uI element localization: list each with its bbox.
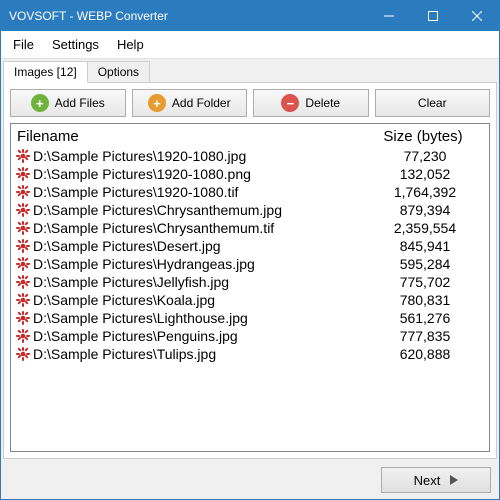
image-file-icon [15,202,31,218]
toolbar: + Add Files + Add Folder − Delete Clear [10,89,490,117]
plus-icon: + [31,94,49,112]
window-controls [367,1,499,31]
image-file-icon [15,238,31,254]
minus-icon: − [281,94,299,112]
size-cell: 77,230 [365,148,485,164]
titlebar: VOVSOFT - WEBP Converter [1,1,499,31]
menubar: File Settings Help [1,31,499,59]
image-file-icon [15,148,31,164]
add-folder-label: Add Folder [172,96,231,110]
header-size: Size (bytes) [363,128,483,145]
image-file-icon [15,184,31,200]
size-cell: 780,831 [365,292,485,308]
list-item[interactable]: D:\Sample Pictures\1920-1080.jpg77,230 [11,147,489,165]
filename-cell: D:\Sample Pictures\Hydrangeas.jpg [33,256,365,272]
size-cell: 2,359,554 [365,220,485,236]
list-item[interactable]: D:\Sample Pictures\Penguins.jpg777,835 [11,327,489,345]
size-cell: 561,276 [365,310,485,326]
minimize-icon [384,11,394,21]
close-icon [472,11,482,21]
size-cell: 775,702 [365,274,485,290]
window-title: VOVSOFT - WEBP Converter [9,9,367,23]
next-label: Next [414,473,441,488]
close-button[interactable] [455,1,499,31]
list-item[interactable]: D:\Sample Pictures\Desert.jpg845,941 [11,237,489,255]
filename-cell: D:\Sample Pictures\Desert.jpg [33,238,365,254]
file-list: Filename Size (bytes) D:\Sample Pictures… [10,123,490,452]
tab-options[interactable]: Options [87,61,150,83]
arrow-right-icon [450,475,458,485]
footer: Next [1,461,499,499]
image-file-icon [15,256,31,272]
list-header: Filename Size (bytes) [11,124,489,147]
list-item[interactable]: D:\Sample Pictures\Tulips.jpg620,888 [11,345,489,363]
next-button[interactable]: Next [381,467,491,493]
tab-images[interactable]: Images [12] [3,61,88,83]
delete-button[interactable]: − Delete [253,89,369,117]
list-item[interactable]: D:\Sample Pictures\1920-1080.tif1,764,39… [11,183,489,201]
list-item[interactable]: D:\Sample Pictures\Jellyfish.jpg775,702 [11,273,489,291]
size-cell: 879,394 [365,202,485,218]
size-cell: 1,764,392 [365,184,485,200]
maximize-button[interactable] [411,1,455,31]
size-cell: 620,888 [365,346,485,362]
header-filename: Filename [17,128,363,145]
add-files-button[interactable]: + Add Files [10,89,126,117]
list-item[interactable]: D:\Sample Pictures\Lighthouse.jpg561,276 [11,309,489,327]
maximize-icon [428,11,438,21]
add-files-label: Add Files [55,96,105,110]
clear-label: Clear [418,96,447,110]
filename-cell: D:\Sample Pictures\Koala.jpg [33,292,365,308]
list-item[interactable]: D:\Sample Pictures\Koala.jpg780,831 [11,291,489,309]
filename-cell: D:\Sample Pictures\1920-1080.tif [33,184,365,200]
filename-cell: D:\Sample Pictures\1920-1080.jpg [33,148,365,164]
image-file-icon [15,310,31,326]
tab-body: + Add Files + Add Folder − Delete Clear … [3,82,497,459]
menu-settings[interactable]: Settings [44,35,107,54]
image-file-icon [15,166,31,182]
delete-label: Delete [305,96,340,110]
size-cell: 845,941 [365,238,485,254]
filename-cell: D:\Sample Pictures\Chrysanthemum.tif [33,220,365,236]
app-window: VOVSOFT - WEBP Converter File Settings H… [0,0,500,500]
size-cell: 595,284 [365,256,485,272]
image-file-icon [15,220,31,236]
tabbar: Images [12] Options [1,59,499,83]
filename-cell: D:\Sample Pictures\Penguins.jpg [33,328,365,344]
image-file-icon [15,292,31,308]
list-rows: D:\Sample Pictures\1920-1080.jpg77,230D:… [11,147,489,451]
add-folder-button[interactable]: + Add Folder [132,89,248,117]
image-file-icon [15,328,31,344]
clear-button[interactable]: Clear [375,89,491,117]
image-file-icon [15,274,31,290]
filename-cell: D:\Sample Pictures\Lighthouse.jpg [33,310,365,326]
filename-cell: D:\Sample Pictures\Chrysanthemum.jpg [33,202,365,218]
menu-help[interactable]: Help [109,35,152,54]
menu-file[interactable]: File [5,35,42,54]
list-item[interactable]: D:\Sample Pictures\Chrysanthemum.jpg879,… [11,201,489,219]
filename-cell: D:\Sample Pictures\1920-1080.png [33,166,365,182]
size-cell: 132,052 [365,166,485,182]
minimize-button[interactable] [367,1,411,31]
list-item[interactable]: D:\Sample Pictures\1920-1080.png132,052 [11,165,489,183]
list-item[interactable]: D:\Sample Pictures\Hydrangeas.jpg595,284 [11,255,489,273]
folder-plus-icon: + [148,94,166,112]
list-item[interactable]: D:\Sample Pictures\Chrysanthemum.tif2,35… [11,219,489,237]
image-file-icon [15,346,31,362]
filename-cell: D:\Sample Pictures\Jellyfish.jpg [33,274,365,290]
size-cell: 777,835 [365,328,485,344]
filename-cell: D:\Sample Pictures\Tulips.jpg [33,346,365,362]
